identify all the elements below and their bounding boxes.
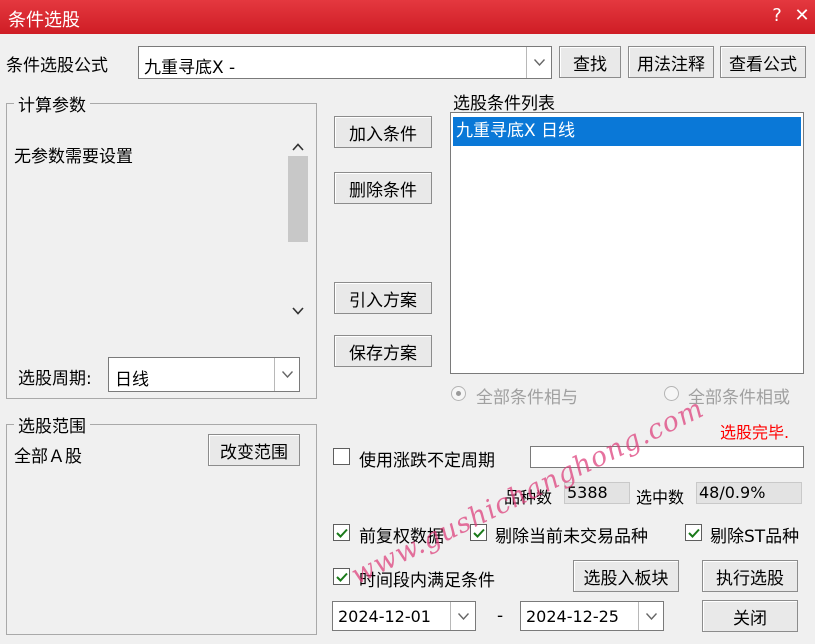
find-button[interactable]: 查找 xyxy=(559,46,621,78)
params-scrollbar[interactable] xyxy=(287,128,309,318)
params-group-title: 计算参数 xyxy=(14,91,90,116)
title-bar: 条件选股 ? ✕ xyxy=(0,0,815,34)
usage-notes-button[interactable]: 用法注释 xyxy=(628,46,714,78)
window-title: 条件选股 xyxy=(8,10,80,31)
uncertain-period-input[interactable] xyxy=(530,446,804,468)
end-date-picker[interactable]: 2024-12-25 xyxy=(520,601,664,631)
radio-all-or[interactable] xyxy=(664,386,679,401)
change-range-button[interactable]: 改变范围 xyxy=(208,434,300,466)
range-value: 全部Ａ股 xyxy=(14,447,82,467)
exclude-notrade-checkbox[interactable] xyxy=(470,524,487,541)
chevron-down-icon[interactable] xyxy=(638,602,663,630)
selected-label: 选中数 xyxy=(636,488,685,507)
time-range-checkbox[interactable] xyxy=(333,568,350,585)
period-label: 选股周期: xyxy=(18,369,92,389)
condition-listbox[interactable]: 九重寻底X 日线 xyxy=(450,112,804,374)
condition-list-title: 选股条件列表 xyxy=(453,94,555,114)
import-scheme-button[interactable]: 引入方案 xyxy=(334,282,432,314)
radio-all-or-label: 全部条件相或 xyxy=(688,388,790,408)
chevron-down-icon[interactable] xyxy=(450,602,475,630)
end-date-value: 2024-12-25 xyxy=(526,607,619,626)
radio-all-and-label: 全部条件相与 xyxy=(476,388,578,408)
range-group-title: 选股范围 xyxy=(14,412,90,437)
exclude-notrade-label: 剔除当前未交易品种 xyxy=(495,527,648,547)
formula-value: 九重寻底X - xyxy=(144,58,236,78)
check-icon xyxy=(472,528,485,538)
close-button[interactable]: 关闭 xyxy=(702,600,798,632)
time-range-label: 时间段内满足条件 xyxy=(359,571,495,591)
adjusted-data-checkbox[interactable] xyxy=(333,524,350,541)
start-date-value: 2024-12-01 xyxy=(338,607,431,626)
formula-label: 条件选股公式 xyxy=(6,56,108,76)
check-icon xyxy=(335,572,348,582)
execute-selection-button[interactable]: 执行选股 xyxy=(702,560,798,592)
check-icon xyxy=(687,528,700,538)
status-text: 选股完毕. xyxy=(720,423,790,442)
exclude-st-checkbox[interactable] xyxy=(685,524,702,541)
check-icon xyxy=(335,528,348,538)
adjusted-data-label: 前复权数据 xyxy=(359,527,444,547)
chevron-down-icon[interactable] xyxy=(274,358,299,391)
select-to-block-button[interactable]: 选股入板块 xyxy=(573,560,679,592)
view-formula-button[interactable]: 查看公式 xyxy=(720,46,806,78)
selected-value: 48/0.9% xyxy=(696,482,802,504)
save-scheme-button[interactable]: 保存方案 xyxy=(334,335,432,367)
add-condition-button[interactable]: 加入条件 xyxy=(334,116,432,148)
formula-combobox[interactable]: 九重寻底X - xyxy=(138,46,552,79)
count-label: 品种数 xyxy=(504,488,553,507)
delete-condition-button[interactable]: 删除条件 xyxy=(334,172,432,204)
chevron-down-icon[interactable] xyxy=(526,47,551,78)
radio-all-and[interactable] xyxy=(451,386,466,401)
params-message: 无参数需要设置 xyxy=(14,147,133,167)
scroll-down-icon[interactable] xyxy=(292,300,304,320)
scroll-up-icon[interactable] xyxy=(292,136,304,156)
period-combobox[interactable]: 日线 xyxy=(108,357,300,392)
count-value: 5388 xyxy=(564,482,630,504)
scrollbar-thumb[interactable] xyxy=(288,156,308,242)
close-window-button[interactable]: ✕ xyxy=(790,4,814,28)
uncertain-period-label: 使用涨跌不定周期 xyxy=(359,451,495,471)
uncertain-period-checkbox[interactable] xyxy=(333,448,350,465)
start-date-picker[interactable]: 2024-12-01 xyxy=(332,601,476,631)
help-button[interactable]: ? xyxy=(765,4,789,28)
exclude-st-label: 剔除ST品种 xyxy=(710,527,800,547)
date-separator: - xyxy=(497,606,504,626)
period-value: 日线 xyxy=(115,370,149,390)
condition-list-item[interactable]: 九重寻底X 日线 xyxy=(453,117,801,146)
